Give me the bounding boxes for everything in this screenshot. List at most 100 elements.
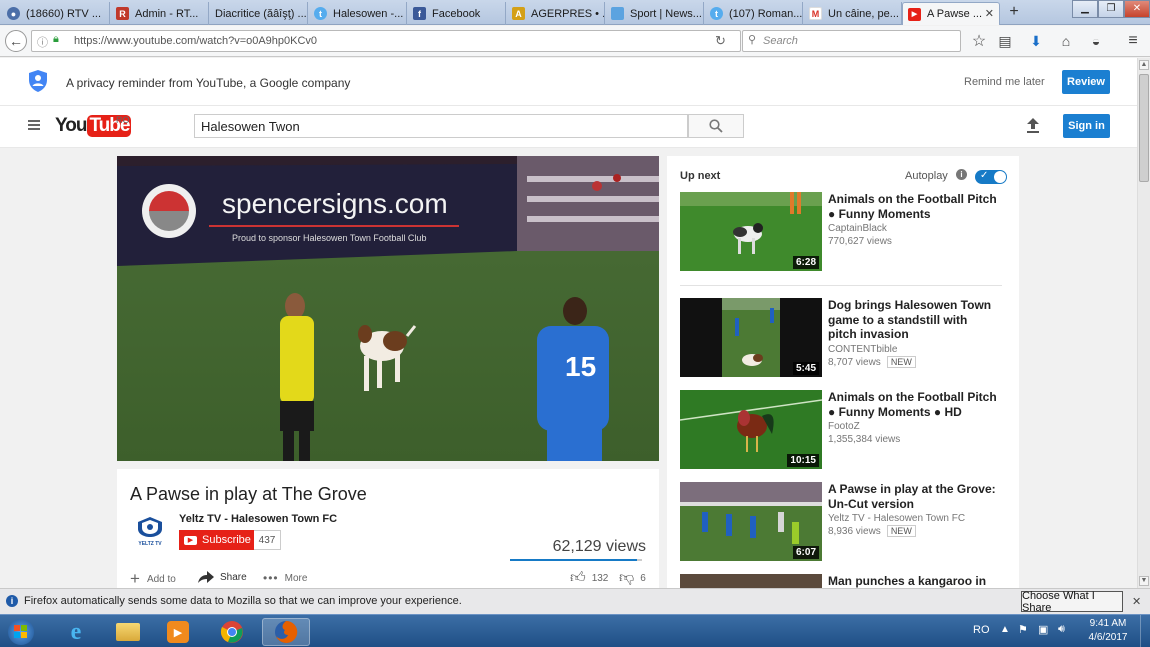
tab-label: Un câine, pe...: [828, 7, 899, 20]
info-icon[interactable]: ⓘ: [37, 34, 48, 50]
video-thumbnail[interactable]: 5:45: [680, 298, 822, 377]
video-channel: CaptainBlack: [828, 223, 887, 234]
browser-tab[interactable]: Sport | News...: [606, 2, 704, 25]
media-player-icon[interactable]: ▶: [158, 618, 198, 646]
browser-tab[interactable]: ● (18660) RTV ...: [2, 2, 110, 25]
video-title[interactable]: Dog brings Halesowen Town game to a stan…: [828, 298, 998, 342]
remind-later-link[interactable]: Remind me later: [964, 76, 1045, 88]
close-notification-icon[interactable]: ✕: [1132, 595, 1141, 608]
video-player[interactable]: spencersigns.com Proud to sponsor Haleso…: [117, 156, 659, 461]
file-explorer-icon[interactable]: [108, 618, 148, 646]
video-title[interactable]: Animals on the Football Pitch ● Funny Mo…: [828, 192, 998, 221]
clock-date[interactable]: 4/6/2017: [1087, 632, 1129, 643]
add-to-button[interactable]: + Add to: [130, 569, 176, 589]
channel-logo-icon: [138, 517, 162, 537]
youtube-play-icon: ▶: [184, 535, 197, 545]
youtube-search-input[interactable]: Halesowen Twon: [194, 114, 688, 138]
browser-tab[interactable]: t (107) Roman...: [705, 2, 803, 25]
pocket-icon[interactable]: ◒: [1085, 30, 1107, 52]
related-video-item[interactable]: 5:45 Dog brings Halesowen Town game to a…: [680, 298, 1000, 383]
browser-tab-active[interactable]: ▶ A Pawse ... ✕: [902, 2, 1000, 25]
sign-in-button[interactable]: Sign in: [1063, 114, 1110, 138]
video-views: 8,936 views: [828, 526, 881, 537]
browser-tab[interactable]: f Facebook: [408, 2, 506, 25]
scroll-down-icon[interactable]: ▼: [1139, 576, 1149, 586]
browser-search-bar[interactable]: ⚲ Search: [742, 30, 961, 52]
video-title[interactable]: Animals on the Football Pitch ● Funny Mo…: [828, 390, 998, 419]
like-button[interactable]: 👍︎ 132: [570, 569, 608, 587]
lock-icon: 🔒︎: [53, 33, 59, 45]
clock-time[interactable]: 9:41 AM: [1087, 618, 1129, 629]
start-button[interactable]: [2, 618, 40, 646]
like-count: 132: [591, 572, 609, 584]
search-icon: [709, 119, 723, 133]
dislike-button[interactable]: 👎︎ 6: [619, 569, 646, 587]
shield-icon: [29, 70, 47, 92]
video-thumbnail[interactable]: 6:28: [680, 192, 822, 271]
reload-icon[interactable]: ↻: [715, 33, 726, 49]
related-video-item[interactable]: 6:07 A Pawse in play at the Grove: Un-Cu…: [680, 482, 1000, 567]
url-text: https://www.youtube.com/watch?v=o0A9hp0K…: [74, 35, 318, 47]
video-duration: 6:07: [792, 546, 819, 559]
volume-icon[interactable]: 🔊︎: [1058, 623, 1065, 636]
home-icon[interactable]: ⌂: [1055, 30, 1077, 52]
reddit-icon: ●: [7, 7, 20, 20]
video-thumbnail[interactable]: 10:15: [680, 390, 822, 469]
video-thumbnail[interactable]: [680, 574, 822, 589]
chrome-icon[interactable]: [212, 618, 252, 646]
tab-label: A Pawse ...: [927, 8, 983, 20]
back-button[interactable]: ←: [5, 30, 27, 52]
autoplay-toggle[interactable]: ✓: [975, 170, 1007, 184]
subscribe-button[interactable]: ▶ Subscribe: [179, 530, 254, 550]
new-tab-button[interactable]: +: [1004, 3, 1024, 23]
browser-tab[interactable]: M Un câine, pe...: [804, 2, 902, 25]
subscribe-label: Subscribe: [202, 534, 251, 546]
related-video-item[interactable]: Man punches a kangaroo in the: [680, 574, 1000, 589]
more-label: More: [284, 572, 308, 584]
browser-tab[interactable]: t Halesowen -...: [309, 2, 407, 25]
related-video-item[interactable]: 6:28 Animals on the Football Pitch ● Fun…: [680, 192, 1000, 287]
page-scrollbar[interactable]: ▲ ▼: [1137, 58, 1150, 588]
hamburger-menu-icon[interactable]: [28, 120, 40, 130]
show-desktop-button[interactable]: [1140, 615, 1150, 647]
upload-icon[interactable]: [1026, 118, 1040, 134]
info-icon[interactable]: i: [956, 169, 967, 180]
menu-icon[interactable]: ≡: [1122, 30, 1144, 52]
browser-tab[interactable]: Diacritice (ăâîşţ) ...: [210, 2, 308, 25]
internet-explorer-icon[interactable]: e: [56, 618, 96, 646]
choose-what-i-share-button[interactable]: Choose What I Share: [1021, 590, 1123, 614]
more-button[interactable]: ••• More: [263, 571, 307, 585]
show-hidden-icons-icon[interactable]: ▲: [1000, 624, 1010, 635]
scrollbar-thumb[interactable]: [1139, 74, 1149, 182]
firefox-icon: [275, 620, 298, 643]
downloads-icon[interactable]: ⬇: [1025, 30, 1047, 52]
share-label: Share: [220, 571, 247, 583]
video-thumbnail[interactable]: 6:07: [680, 482, 822, 561]
browser-tab[interactable]: R Admin - RT...: [111, 2, 209, 25]
minimize-button[interactable]: ▁: [1072, 0, 1098, 18]
video-title[interactable]: Man punches a kangaroo in the: [828, 574, 998, 589]
dislike-count: 6: [640, 572, 646, 584]
network-icon[interactable]: ▣: [1038, 623, 1048, 636]
bookmark-star-icon[interactable]: ☆: [968, 30, 990, 52]
video-frame: spencersigns.com Proud to sponsor Haleso…: [117, 156, 659, 461]
language-indicator[interactable]: RO: [973, 624, 990, 636]
review-button[interactable]: Review: [1062, 70, 1110, 94]
maximize-button[interactable]: ❐: [1098, 0, 1124, 18]
bookmarks-library-icon[interactable]: ▤: [994, 30, 1016, 52]
video-title[interactable]: A Pawse in play at the Grove: Un-Cut ver…: [828, 482, 998, 511]
close-window-button[interactable]: ✕: [1124, 0, 1150, 18]
related-video-item[interactable]: 10:15 Animals on the Football Pitch ● Fu…: [680, 390, 1000, 475]
flag-icon[interactable]: ⚑: [1018, 623, 1028, 636]
channel-avatar[interactable]: YELTZ TV: [136, 516, 164, 548]
sponsor-banner-subtext: Proud to sponsor Halesowen Town Football…: [232, 233, 426, 243]
firefox-taskbar-button[interactable]: [262, 618, 310, 646]
scroll-up-icon[interactable]: ▲: [1139, 60, 1149, 70]
video-info-panel: A Pawse in play at The Grove YELTZ TV Ye…: [117, 469, 659, 589]
close-tab-icon[interactable]: ✕: [985, 7, 994, 20]
browser-tab[interactable]: A AGERPRES • ...: [507, 2, 605, 25]
channel-name[interactable]: Yeltz TV - Halesowen Town FC: [179, 513, 337, 525]
share-button[interactable]: Share: [198, 571, 247, 583]
url-bar[interactable]: ⓘ 🔒︎ https://www.youtube.com/watch?v=o0A…: [31, 30, 741, 52]
youtube-search-button[interactable]: [688, 114, 744, 138]
